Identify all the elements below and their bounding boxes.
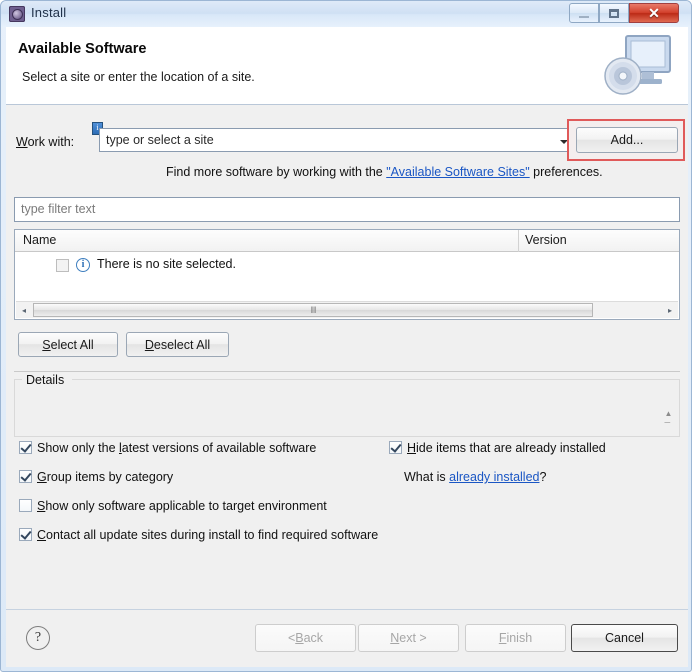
work-with-input[interactable]: type or select a site <box>106 133 214 147</box>
back-label-before: < <box>287 631 296 645</box>
option-mnemonic: C <box>37 528 47 542</box>
back-button[interactable]: < Back <box>255 624 356 652</box>
filter-input[interactable]: type filter text <box>14 197 680 222</box>
add-button[interactable]: Add... <box>576 127 678 153</box>
details-group <box>14 379 680 437</box>
back-label-after: ack <box>303 631 324 645</box>
install-icon <box>9 6 25 22</box>
select-all-label: elect All <box>50 337 94 352</box>
checkbox-hide-installed-items[interactable]: Hide items that are already installed <box>389 441 606 455</box>
column-header-version[interactable]: Version <box>525 233 567 247</box>
hint-after: preferences. <box>529 165 603 179</box>
page-title: Available Software <box>18 41 147 57</box>
what-is-before: What is <box>404 470 450 484</box>
hint-before: Find more software by working with the <box>166 165 387 179</box>
minimize-button[interactable] <box>569 3 599 23</box>
option-before: Show only the <box>37 441 119 455</box>
info-icon: i <box>76 258 90 272</box>
scroll-right-icon[interactable]: ▸ <box>662 302 678 318</box>
scrollbar-thumb[interactable]: ‖‖ <box>33 303 593 317</box>
wizard-header: Available Software Select a site or ente… <box>6 27 688 105</box>
question-mark-icon: ? <box>34 630 42 645</box>
details-separator <box>14 371 680 372</box>
title-bar: Install ✕ <box>1 1 691 27</box>
add-button-label: Add... <box>610 133 644 147</box>
option-after: how only software applicable to target e… <box>45 499 327 513</box>
work-with-label: Work with: <box>16 135 74 149</box>
deselect-all-label: eselect All <box>153 337 211 352</box>
checkbox-contact-update-sites[interactable]: Contact all update sites during install … <box>19 528 378 542</box>
option-after: ontact all update sites during install t… <box>46 528 379 542</box>
cancel-button[interactable]: Cancel <box>571 624 678 652</box>
monitor-with-disc-icon <box>604 35 671 95</box>
row-checkbox[interactable] <box>56 259 69 272</box>
close-icon: ✕ <box>648 4 660 21</box>
finish-label-after: inish <box>506 631 533 645</box>
deselect-all-button[interactable]: Deselect All <box>126 332 229 357</box>
select-all-mnemonic: S <box>42 337 51 352</box>
back-mnemonic: B <box>295 631 304 645</box>
deselect-all-mnemonic: D <box>144 337 154 352</box>
next-mnemonic: N <box>390 631 400 645</box>
next-button[interactable]: Next > <box>358 624 459 652</box>
software-table: Name Version i There is no site selected… <box>14 229 680 320</box>
work-with-label-text: ork with: <box>27 135 75 149</box>
page-subtitle: Select a site or enter the location of a… <box>22 70 255 84</box>
finish-button[interactable]: Finish <box>465 624 566 652</box>
option-after: ide items that are already installed <box>416 441 606 455</box>
find-more-hint: Find more software by working with the "… <box>166 165 603 179</box>
table-header: Name Version <box>15 230 679 252</box>
column-divider <box>518 230 519 252</box>
checkbox-box[interactable] <box>19 470 32 483</box>
select-all-button[interactable]: Select All <box>18 332 118 357</box>
option-mnemonic: G <box>37 470 47 484</box>
checkbox-box[interactable] <box>19 441 32 454</box>
filter-placeholder: type filter text <box>21 202 96 216</box>
maximize-button[interactable] <box>599 3 629 23</box>
work-with-mnemonic: W <box>16 135 28 149</box>
what-is-after: ? <box>539 470 547 484</box>
checkbox-box[interactable] <box>19 499 32 512</box>
option-after: atest versions of available software <box>121 441 317 455</box>
window-title: Install <box>31 5 67 20</box>
scroll-left-icon[interactable]: ◂ <box>16 302 32 318</box>
dialog-footer: ? < Back Next > Finish Cancel <box>6 609 688 667</box>
row-name-cell: There is no site selected. <box>97 257 236 271</box>
work-with-combo[interactable]: type or select a site <box>99 128 569 152</box>
details-label: Details <box>22 373 69 387</box>
cancel-label: Cancel <box>605 631 644 645</box>
option-mnemonic: H <box>407 441 417 455</box>
checkbox-box[interactable] <box>19 528 32 541</box>
dialog-body: Work with: i type or select a site Add..… <box>6 105 688 609</box>
scrollbar-grip-icon: ‖‖ <box>310 305 317 315</box>
finish-mnemonic: F <box>498 631 507 645</box>
checkbox-group-by-category[interactable]: Group items by category <box>19 470 173 484</box>
what-is-already-installed: What is already installed? <box>404 470 546 484</box>
already-installed-link[interactable]: already installed <box>449 470 539 484</box>
close-button[interactable]: ✕ <box>629 3 679 23</box>
scroll-up-icon[interactable]: ▲ ─ <box>661 408 676 428</box>
next-label-after: ext > <box>399 631 427 645</box>
available-software-sites-link[interactable]: "Available Software Sites" <box>386 165 529 179</box>
help-button[interactable]: ? <box>26 626 50 650</box>
checkbox-show-latest-versions[interactable]: Show only the latest versions of availab… <box>19 441 316 455</box>
option-after: roup items by category <box>46 470 174 484</box>
checkbox-show-applicable-target[interactable]: Show only software applicable to target … <box>19 499 327 513</box>
column-header-name[interactable]: Name <box>23 233 56 247</box>
install-dialog-window: Install ✕ Available Software Select a si… <box>0 0 692 672</box>
checkbox-box[interactable] <box>389 441 402 454</box>
horizontal-scrollbar[interactable]: ◂ ‖‖ ▸ <box>16 301 678 318</box>
table-row[interactable]: i There is no site selected. <box>15 256 679 276</box>
